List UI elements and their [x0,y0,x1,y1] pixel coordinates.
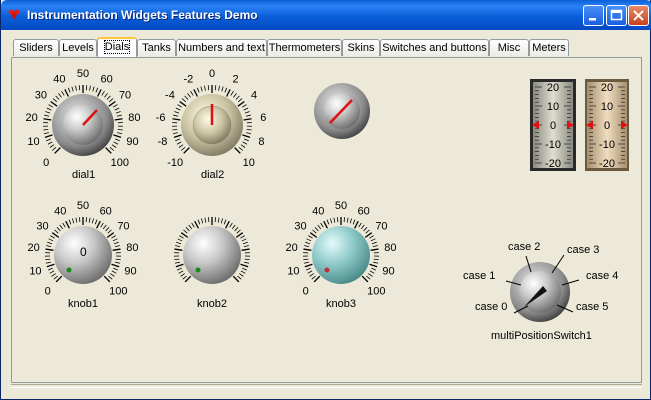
tab-dials[interactable]: Dials [97,37,137,57]
maximize-icon [610,9,623,21]
knob3-label: knob3 [326,298,356,310]
knob2-label: knob2 [197,298,227,310]
switch-label: multiPositionSwitch1 [491,330,592,342]
switch-option-case-5[interactable]: case 5 [576,301,608,313]
minimize-icon [589,18,596,21]
dial1-label: dial1 [72,169,96,181]
close-icon [633,10,644,21]
status-separator [11,384,642,388]
main-window: Instrumentation Widgets Features Demo Sl… [0,0,651,400]
tab-misc[interactable]: Misc [489,39,529,56]
close-button[interactable] [628,5,649,26]
tab-levels[interactable]: Levels [59,39,97,56]
window-title: Instrumentation Widgets Features Demo [27,8,258,22]
switch-option-case-4[interactable]: case 4 [586,270,618,282]
tab-tanks[interactable]: Tanks [137,39,176,56]
minimize-button[interactable] [583,5,604,26]
title-bar[interactable]: Instrumentation Widgets Features Demo [1,0,651,30]
tab-sliders[interactable]: Sliders [13,39,59,56]
switch-option-case-2[interactable]: case 2 [508,241,540,253]
knob1-label: knob1 [68,298,98,310]
tab-numbers-and-text[interactable]: Numbers and text [176,39,267,56]
knob1-value: 0 [80,245,87,259]
dial2-label: dial2 [201,169,225,181]
tab-skins[interactable]: Skins [342,39,380,56]
tab-switches-and-buttons[interactable]: Switches and buttons [380,39,489,56]
tab-thermometers[interactable]: Thermometers [267,39,342,56]
tab-meters[interactable]: Meters [529,39,569,56]
maximize-button[interactable] [606,5,627,26]
app-icon [8,9,20,20]
switch-option-case-1[interactable]: case 1 [463,270,495,282]
switch-option-case-3[interactable]: case 3 [567,244,599,256]
switch-option-case-0[interactable]: case 0 [475,301,507,313]
